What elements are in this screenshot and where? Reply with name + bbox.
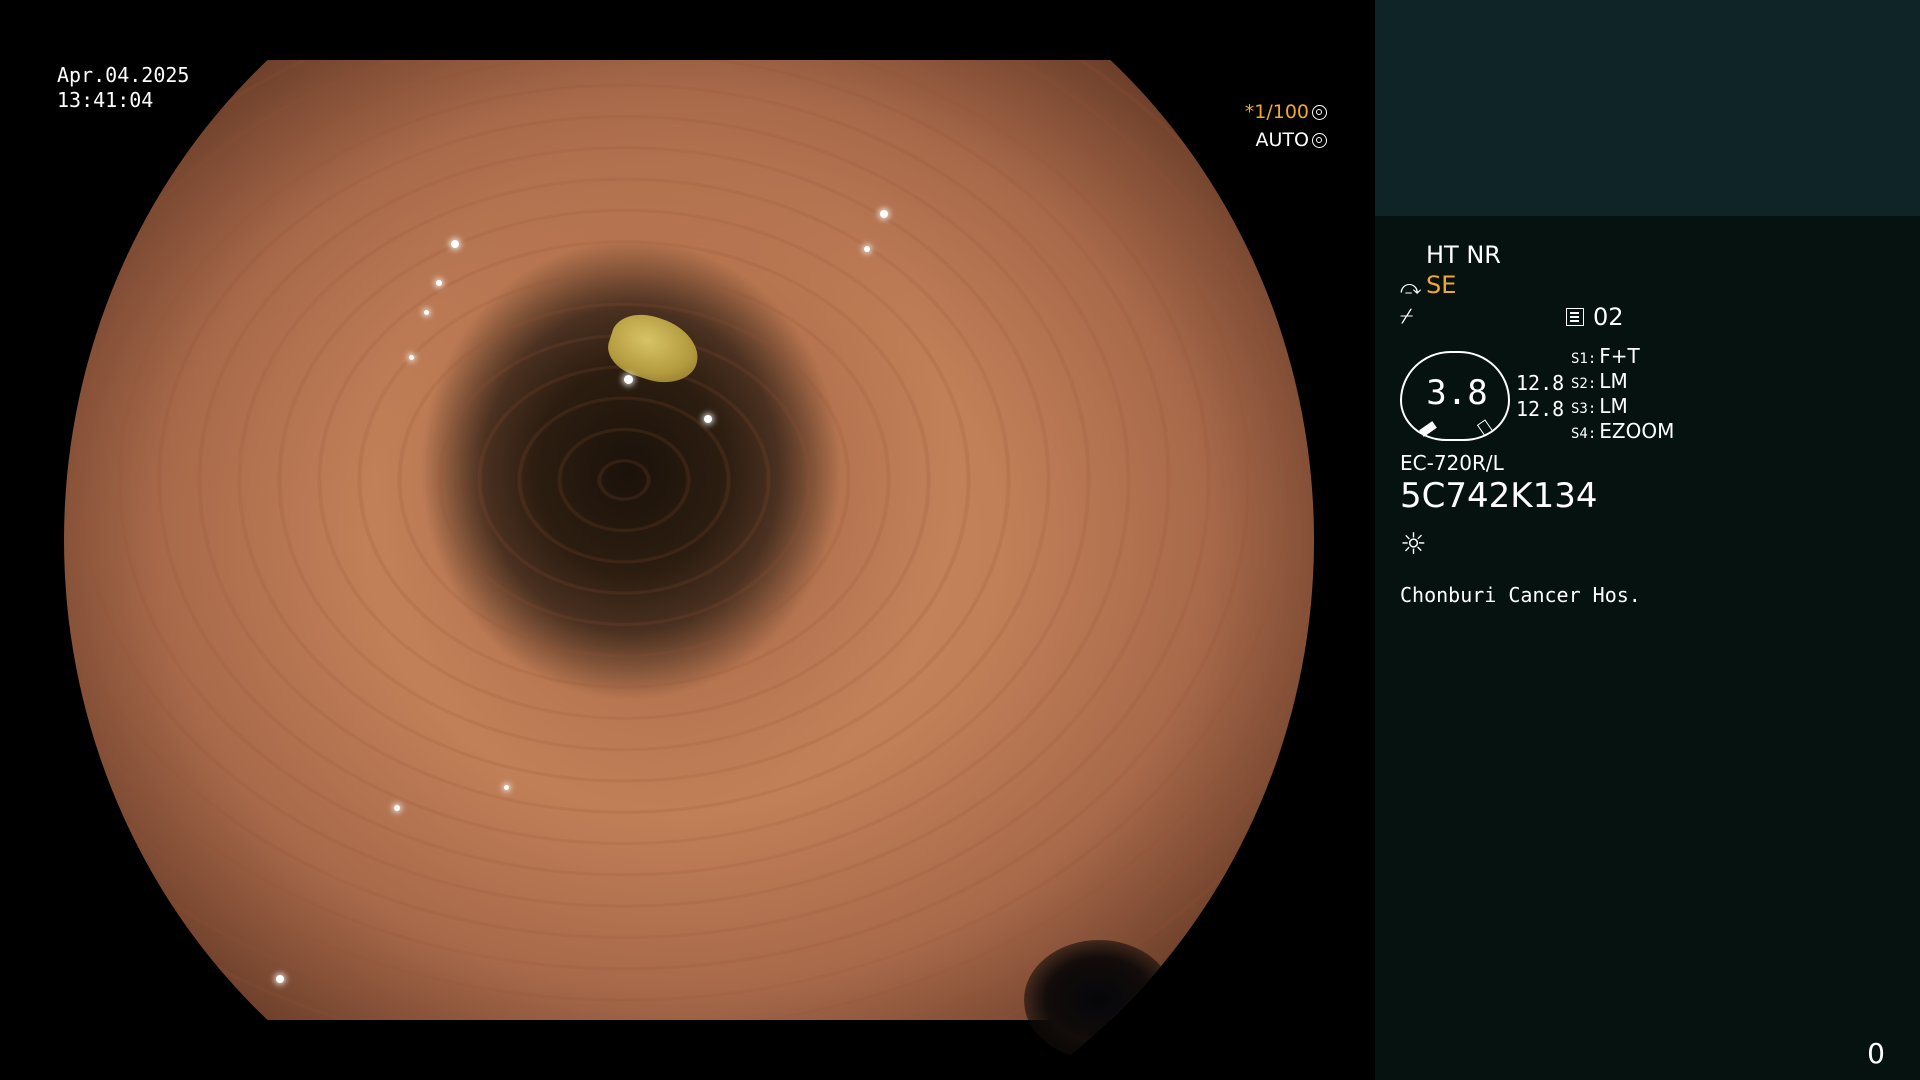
glare-highlight (424, 310, 429, 315)
time-text: 13:41:04 (57, 88, 154, 112)
switch-value: F+T (1599, 344, 1640, 368)
datetime: Apr.04.2025 13:41:04 (57, 63, 189, 113)
image-counter: 0 (1867, 1037, 1885, 1070)
glare-highlight (451, 240, 459, 248)
aperture-icon (1312, 105, 1327, 120)
switch-key: S1: (1571, 351, 1597, 367)
glare-highlight (624, 375, 633, 384)
panel-header-area (1375, 0, 1920, 216)
glare-highlight (436, 280, 442, 286)
switch-value: EZOOM (1599, 419, 1675, 443)
exposure-info: *1/100 AUTO (1245, 98, 1327, 154)
switch-3: S3: LM (1571, 394, 1628, 418)
switch-4: S4: EZOOM (1571, 419, 1674, 443)
memo-icon (1566, 308, 1584, 326)
switch-1: S1: F+T (1571, 344, 1640, 368)
info-panel: HT NR ⤼ SE ⌿ 02 3.8 12.8 12.8 S1: F+T S2:… (1375, 0, 1920, 1080)
iris-icon (1312, 133, 1327, 148)
glare-highlight (394, 805, 400, 811)
switch-key: S4: (1571, 426, 1597, 442)
iris-mode: AUTO (1255, 129, 1309, 151)
glare-highlight (504, 785, 509, 790)
se-label: SE (1426, 271, 1457, 299)
scope-serial: 5C742K134 (1400, 476, 1598, 516)
value-2: 12.8 (1516, 397, 1565, 421)
shutter-speed: *1/100 (1244, 101, 1309, 123)
endoscopic-image (64, 60, 1314, 1060)
dial-value: 3.8 (1426, 373, 1488, 413)
memo-number: 02 (1593, 303, 1624, 331)
shadow-spot (1024, 940, 1174, 1060)
glare-highlight (276, 975, 284, 983)
hospital-name: Chonburi Cancer Hos. (1400, 583, 1641, 607)
shutter-row: *1/100 (1245, 98, 1327, 126)
date-text: Apr.04.2025 (57, 63, 190, 87)
dial-marker-left (1419, 421, 1437, 437)
image-modes: HT NR (1426, 241, 1501, 269)
switch-key: S2: (1571, 376, 1597, 392)
endoscope-viewport: Apr.04.2025 13:41:04 *1/100 AUTO (0, 0, 1375, 1080)
glare-highlight (409, 355, 414, 360)
dial-marker-right (1476, 419, 1494, 437)
zoom-dial: 3.8 (1400, 351, 1510, 441)
iris-row: AUTO (1245, 126, 1327, 154)
mucosa-texture (64, 60, 1314, 1020)
switch-value: LM (1599, 369, 1628, 393)
switch-value: LM (1599, 394, 1628, 418)
switch-key: S3: (1571, 401, 1597, 417)
light-icon: ☼ (1400, 527, 1427, 562)
switch-2: S2: LM (1571, 369, 1628, 393)
glare-highlight (864, 246, 870, 252)
glare-highlight (880, 210, 888, 218)
enhancement-icon: ⌿ (1400, 304, 1414, 329)
scope-model: EC-720R/L (1400, 451, 1504, 475)
structure-enhancement-icon: ⤼ (1400, 275, 1422, 299)
glare-highlight (704, 415, 712, 423)
